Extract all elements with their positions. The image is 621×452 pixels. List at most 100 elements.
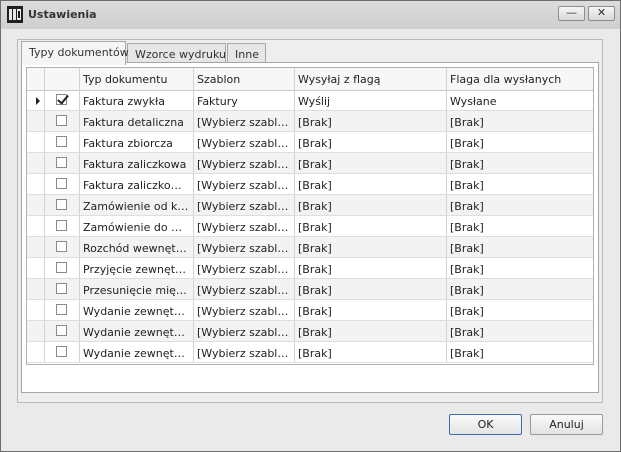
cell-wysylaj-z-flaga[interactable]: Wyślij: [295, 90, 447, 110]
row-checkbox[interactable]: [56, 157, 67, 168]
cell-typ-dokumentu[interactable]: Przyjęcie zewnętrzne: [80, 258, 194, 278]
cell-szablon[interactable]: [Wybierz szablon]: [194, 237, 295, 257]
cell-wysylaj-z-flaga[interactable]: [Brak]: [295, 174, 447, 194]
column-header-typ[interactable]: Typ dokumentu: [80, 68, 194, 90]
table-row[interactable]: Wydanie zewnętrzn... [Wybierz szablon] [Br…: [27, 321, 593, 342]
cell-typ-dokumentu[interactable]: Wydanie zewnętrzn...: [80, 342, 194, 362]
cell-flaga-dla-wyslanych[interactable]: [Brak]: [447, 216, 593, 236]
cell-flaga-dla-wyslanych[interactable]: [Brak]: [447, 195, 593, 215]
cell-wysylaj-z-flaga[interactable]: [Brak]: [295, 216, 447, 236]
cell-szablon[interactable]: [Wybierz szablon]: [194, 111, 295, 131]
cell-typ-dokumentu[interactable]: Faktura zwykła: [80, 90, 194, 110]
cell-flaga-dla-wyslanych[interactable]: [Brak]: [447, 321, 593, 341]
cell-flaga-dla-wyslanych[interactable]: [Brak]: [447, 153, 593, 173]
cell-szablon[interactable]: [Wybierz szablon]: [194, 321, 295, 341]
cell-szablon[interactable]: [Wybierz szablon]: [194, 258, 295, 278]
cell-wysylaj-z-flaga[interactable]: [Brak]: [295, 342, 447, 362]
document-types-grid[interactable]: Typ dokumentu Szablon Wysyłaj z flagą Fl…: [26, 67, 594, 365]
row-checkbox[interactable]: [56, 199, 67, 210]
table-row[interactable]: Wydanie zewnętrzn... [Wybierz szablon] [Br…: [27, 342, 593, 363]
close-button[interactable]: ✕: [588, 6, 615, 21]
row-checkbox[interactable]: [56, 220, 67, 231]
cell-flaga-dla-wyslanych[interactable]: [Brak]: [447, 279, 593, 299]
row-indicator-cell[interactable]: [27, 216, 45, 236]
cell-typ-dokumentu[interactable]: Wydanie zewnętrzne: [80, 300, 194, 320]
cell-typ-dokumentu[interactable]: Faktura zaliczkowa ...: [80, 174, 194, 194]
row-checkbox[interactable]: [56, 178, 67, 189]
cell-szablon[interactable]: [Wybierz szablon]: [194, 195, 295, 215]
column-header-szablon[interactable]: Szablon: [194, 68, 295, 90]
cell-flaga-dla-wyslanych[interactable]: [Brak]: [447, 174, 593, 194]
title-bar[interactable]: Ustawienia — ✕: [1, 1, 620, 29]
row-indicator-cell[interactable]: [27, 279, 45, 299]
row-indicator-cell[interactable]: [27, 153, 45, 173]
cell-flaga-dla-wyslanych[interactable]: [Brak]: [447, 300, 593, 320]
cell-wysylaj-z-flaga[interactable]: [Brak]: [295, 111, 447, 131]
cell-typ-dokumentu[interactable]: Faktura zaliczkowa: [80, 153, 194, 173]
cell-typ-dokumentu[interactable]: Faktura zbiorcza: [80, 132, 194, 152]
table-row[interactable]: Rozchód wewnętrzny [Wybierz szablon] [Brak…: [27, 237, 593, 258]
cell-wysylaj-z-flaga[interactable]: [Brak]: [295, 132, 447, 152]
row-indicator-cell[interactable]: [27, 342, 45, 362]
row-indicator-cell[interactable]: [27, 195, 45, 215]
row-indicator-cell[interactable]: [27, 111, 45, 131]
row-indicator-cell[interactable]: [27, 90, 45, 110]
cell-szablon[interactable]: [Wybierz szablon]: [194, 342, 295, 362]
table-row[interactable]: Faktura detaliczna [Wybierz szablon] [Brak…: [27, 111, 593, 132]
minimize-button[interactable]: —: [558, 6, 585, 21]
row-indicator-cell[interactable]: [27, 237, 45, 257]
cell-flaga-dla-wyslanych[interactable]: [Brak]: [447, 237, 593, 257]
row-checkbox[interactable]: [56, 94, 67, 105]
cell-szablon[interactable]: Faktury: [194, 90, 295, 110]
row-checkbox[interactable]: [56, 262, 67, 273]
cell-flaga-dla-wyslanych[interactable]: [Brak]: [447, 111, 593, 131]
table-row[interactable]: Faktura zaliczkowa [Wybierz szablon] [Brak…: [27, 153, 593, 174]
row-checkbox[interactable]: [56, 115, 67, 126]
table-row[interactable]: Zamówienie do dost... [Wybierz szablon] [B…: [27, 216, 593, 237]
cell-szablon[interactable]: [Wybierz szablon]: [194, 300, 295, 320]
table-row[interactable]: Zamówienie od klienta[Wybierz szablon][B…: [27, 195, 593, 216]
row-indicator-cell[interactable]: [27, 300, 45, 320]
cell-wysylaj-z-flaga[interactable]: [Brak]: [295, 195, 447, 215]
cancel-button[interactable]: Anuluj: [530, 414, 603, 435]
cell-flaga-dla-wyslanych[interactable]: [Brak]: [447, 258, 593, 278]
cell-flaga-dla-wyslanych[interactable]: Wysłane: [447, 90, 593, 110]
table-row[interactable]: Faktura zwykła Faktury Wyślij Wysłane: [27, 90, 593, 111]
row-checkbox[interactable]: [56, 325, 67, 336]
row-indicator-cell[interactable]: [27, 132, 45, 152]
cell-wysylaj-z-flaga[interactable]: [Brak]: [295, 279, 447, 299]
ok-button[interactable]: OK: [449, 414, 522, 435]
cell-szablon[interactable]: [Wybierz szablon]: [194, 216, 295, 236]
table-row[interactable]: Faktura zbiorcza [Wybierz szablon] [Brak][…: [27, 132, 593, 153]
cell-szablon[interactable]: [Wybierz szablon]: [194, 132, 295, 152]
checkbox-column-header[interactable]: [45, 68, 80, 90]
cell-flaga-dla-wyslanych[interactable]: [Brak]: [447, 342, 593, 362]
cell-typ-dokumentu[interactable]: Faktura detaliczna: [80, 111, 194, 131]
cell-flaga-dla-wyslanych[interactable]: [Brak]: [447, 132, 593, 152]
row-checkbox[interactable]: [56, 346, 67, 357]
cell-typ-dokumentu[interactable]: Przesunięcie między...: [80, 279, 194, 299]
cell-wysylaj-z-flaga[interactable]: [Brak]: [295, 321, 447, 341]
column-header-flaga[interactable]: Flaga dla wysłanych: [447, 68, 593, 90]
cell-typ-dokumentu[interactable]: Zamówienie do dost...: [80, 216, 194, 236]
table-row[interactable]: Przyjęcie zewnętrzne [Wybierz szablon] [Br…: [27, 258, 593, 279]
table-row[interactable]: Faktura zaliczkowa ... [Wybierz szablon][…: [27, 174, 593, 195]
row-checkbox[interactable]: [56, 283, 67, 294]
cell-szablon[interactable]: [Wybierz szablon]: [194, 174, 295, 194]
cell-typ-dokumentu[interactable]: Wydanie zewnętrzn...: [80, 321, 194, 341]
cell-typ-dokumentu[interactable]: Zamówienie od klienta: [80, 195, 194, 215]
tab-typy-dokumentow[interactable]: Typy dokumentów: [21, 41, 129, 65]
cell-szablon[interactable]: [Wybierz szablon]: [194, 153, 295, 173]
cell-szablon[interactable]: [Wybierz szablon]: [194, 279, 295, 299]
cell-wysylaj-z-flaga[interactable]: [Brak]: [295, 258, 447, 278]
row-checkbox[interactable]: [56, 241, 67, 252]
row-checkbox[interactable]: [56, 136, 67, 147]
cell-wysylaj-z-flaga[interactable]: [Brak]: [295, 300, 447, 320]
row-indicator-cell[interactable]: [27, 258, 45, 278]
cell-wysylaj-z-flaga[interactable]: [Brak]: [295, 153, 447, 173]
table-row[interactable]: Przesunięcie między... [Wybierz szablon][…: [27, 279, 593, 300]
cell-typ-dokumentu[interactable]: Rozchód wewnętrzny: [80, 237, 194, 257]
column-header-wysylaj[interactable]: Wysyłaj z flagą: [295, 68, 447, 90]
row-indicator-cell[interactable]: [27, 321, 45, 341]
cell-wysylaj-z-flaga[interactable]: [Brak]: [295, 237, 447, 257]
